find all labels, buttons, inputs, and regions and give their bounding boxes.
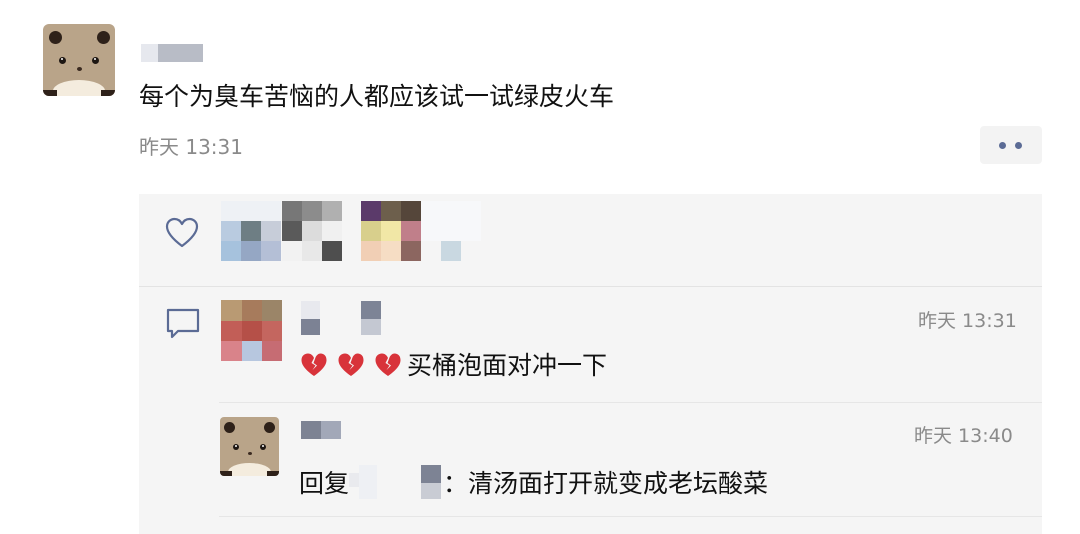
comment-icon [166, 308, 200, 339]
reply-text-row: 回复 ：清汤面打开就变成老坛酸菜 [299, 465, 768, 501]
liker-avatar[interactable] [282, 201, 342, 261]
broken-heart-emoji [338, 353, 364, 376]
reply-text: 清汤面打开就变成老坛酸菜 [468, 469, 769, 498]
reply-target-name-redacted[interactable] [349, 465, 443, 499]
bear-avatar-icon [220, 417, 279, 476]
bear-avatar-icon [43, 24, 115, 96]
author-avatar[interactable] [43, 24, 115, 96]
comment-timestamp: 昨天 13:31 [918, 310, 1017, 332]
reply-author-name-redacted[interactable] [301, 421, 341, 439]
reply-bottom-divider [219, 516, 1042, 517]
reply-divider [219, 402, 1042, 403]
likes-divider [139, 286, 1042, 287]
liker-avatar[interactable] [421, 201, 481, 261]
broken-heart-emoji [375, 353, 401, 376]
commenter-avatar[interactable] [221, 300, 282, 361]
reply-timestamp: 昨天 13:40 [914, 425, 1013, 447]
post-timestamp: 昨天 13:31 [139, 135, 243, 159]
reply-avatar[interactable] [220, 417, 279, 476]
commenter-name-redacted[interactable] [301, 301, 381, 335]
author-name-redacted[interactable] [141, 44, 203, 62]
liker-avatar[interactable] [361, 201, 421, 261]
broken-heart-emoji [301, 353, 327, 376]
post-text: 每个为臭车苦恼的人都应该试一试绿皮火车 [139, 82, 615, 111]
comment-text-row: 买桶泡面对冲一下 [300, 349, 607, 383]
reply-prefix: 回复 [299, 469, 350, 498]
heart-icon [165, 217, 199, 248]
comment-text: 买桶泡面对冲一下 [407, 351, 608, 380]
reply-separator: ： [443, 469, 469, 498]
liker-avatar[interactable] [221, 201, 281, 261]
more-button[interactable] [980, 126, 1042, 164]
